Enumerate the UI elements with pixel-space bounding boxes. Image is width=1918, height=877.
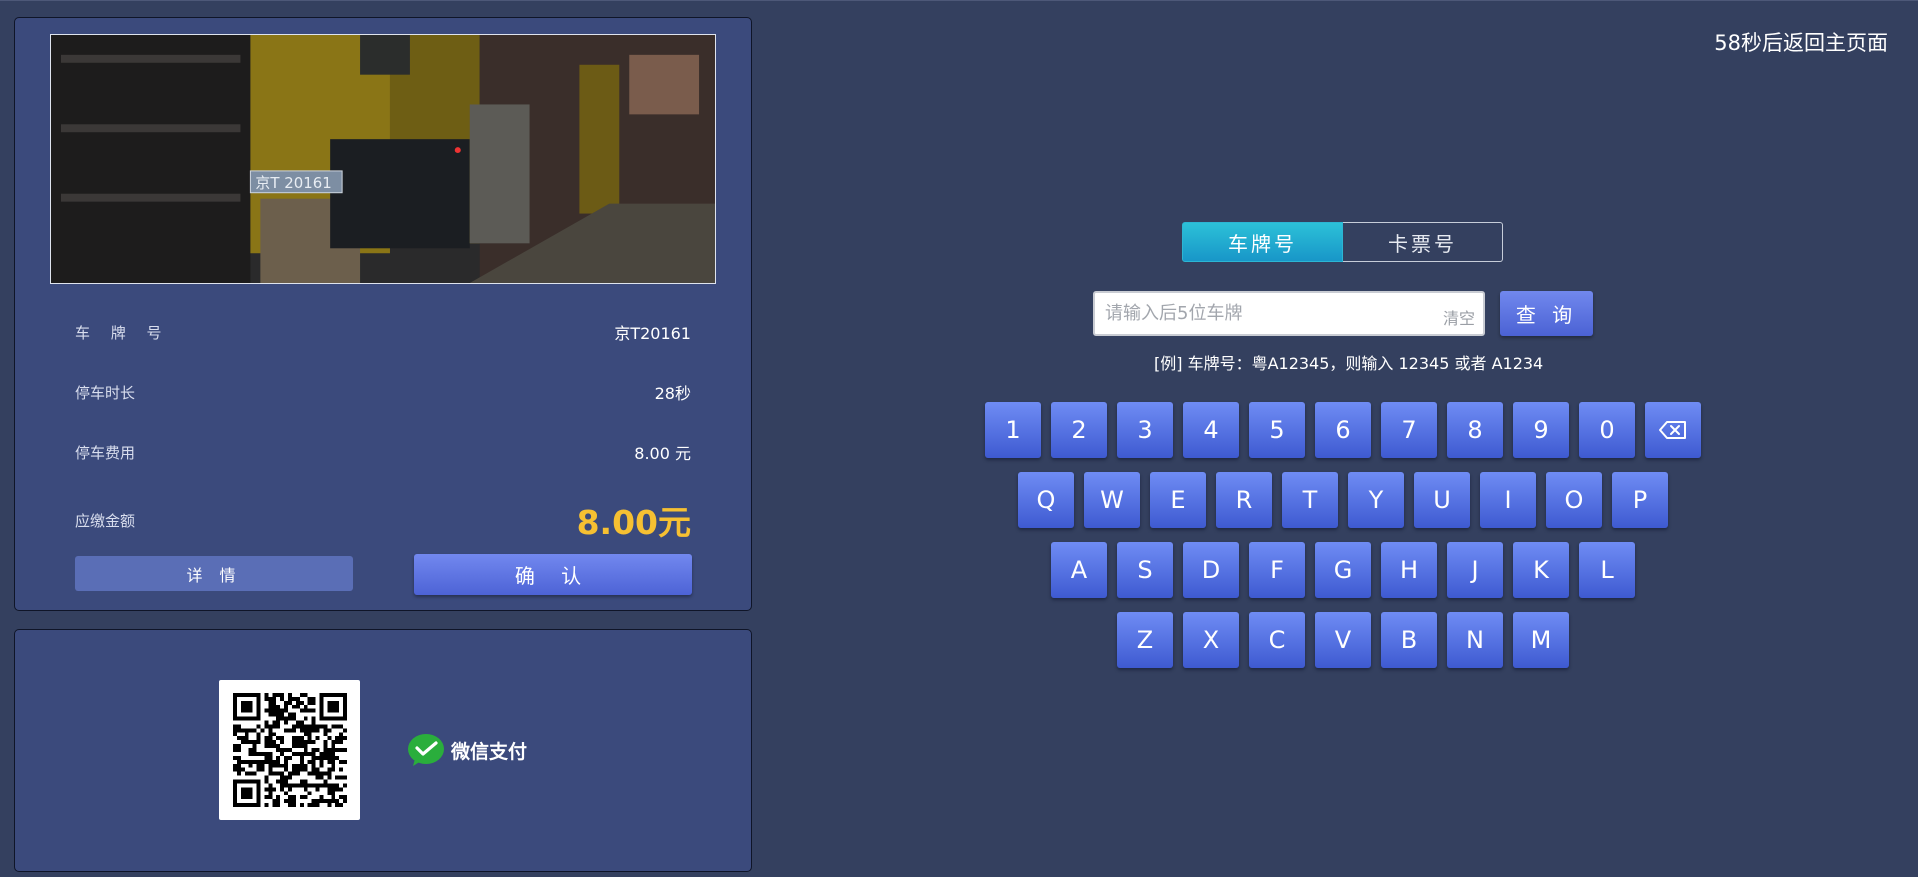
tab-plate-number[interactable]: 车牌号 bbox=[1182, 222, 1343, 262]
wechat-pay-label: 微信支付 bbox=[451, 740, 528, 763]
key-h[interactable]: H bbox=[1381, 542, 1437, 598]
tab-ticket-number[interactable]: 卡票号 bbox=[1343, 222, 1503, 262]
key-6[interactable]: 6 bbox=[1315, 402, 1371, 458]
duration-value: 28秒 bbox=[654, 384, 691, 403]
plate-search-input[interactable] bbox=[1105, 293, 1425, 334]
key-s[interactable]: S bbox=[1117, 542, 1173, 598]
keyboard-row-zxcv: Z X C V B N M bbox=[1117, 612, 1569, 668]
camera-snapshot: 京T 20161 bbox=[50, 34, 716, 284]
key-3[interactable]: 3 bbox=[1117, 402, 1173, 458]
key-d[interactable]: D bbox=[1183, 542, 1239, 598]
key-v[interactable]: V bbox=[1315, 612, 1371, 668]
keyboard-row-asdf: A S D F G H J K L bbox=[1051, 542, 1635, 598]
plate-value: 京T20161 bbox=[614, 324, 691, 343]
key-t[interactable]: T bbox=[1282, 472, 1338, 528]
key-x[interactable]: X bbox=[1183, 612, 1239, 668]
countdown-text: 58秒后返回主页面 bbox=[1714, 31, 1888, 55]
camera-plate-text: 京T 20161 bbox=[255, 174, 331, 192]
key-o[interactable]: O bbox=[1546, 472, 1602, 528]
amount-due-value: 8.00元 bbox=[576, 503, 691, 542]
payment-kiosk-page: 京T 20161 车 牌 号 京T20161 停车时长 28秒 停车费用 8.0… bbox=[0, 0, 1918, 877]
keyboard-row-qwerty: Q W E R T Y U I O P bbox=[1018, 472, 1668, 528]
input-hint: [例] 车牌号：粤A12345，则输入 12345 或者 A1234 bbox=[1154, 354, 1544, 373]
duration-row: 停车时长 28秒 bbox=[75, 380, 691, 404]
key-z[interactable]: Z bbox=[1117, 612, 1173, 668]
key-e[interactable]: E bbox=[1150, 472, 1206, 528]
payment-panel: 微信支付 bbox=[14, 629, 752, 872]
backspace-icon bbox=[1659, 421, 1686, 439]
key-a[interactable]: A bbox=[1051, 542, 1107, 598]
payment-qr-code bbox=[219, 680, 360, 820]
key-f[interactable]: F bbox=[1249, 542, 1305, 598]
key-k[interactable]: K bbox=[1513, 542, 1569, 598]
plate-search-box: 清空 bbox=[1093, 291, 1485, 336]
key-m[interactable]: M bbox=[1513, 612, 1569, 668]
search-type-tabs: 车牌号 卡票号 bbox=[1182, 222, 1503, 262]
fee-row: 停车费用 8.00 元 bbox=[75, 440, 691, 464]
key-g[interactable]: G bbox=[1315, 542, 1371, 598]
keyboard-row-digits: 1 2 3 4 5 6 7 8 9 0 bbox=[985, 402, 1701, 458]
key-l[interactable]: L bbox=[1579, 542, 1635, 598]
plate-row: 车 牌 号 京T20161 bbox=[75, 320, 691, 344]
key-i[interactable]: I bbox=[1480, 472, 1536, 528]
key-j[interactable]: J bbox=[1447, 542, 1503, 598]
key-1[interactable]: 1 bbox=[985, 402, 1041, 458]
plate-label: 车 牌 号 bbox=[75, 323, 170, 342]
key-q[interactable]: Q bbox=[1018, 472, 1074, 528]
clear-button[interactable]: 清空 bbox=[1443, 305, 1475, 329]
key-n[interactable]: N bbox=[1447, 612, 1503, 668]
key-p[interactable]: P bbox=[1612, 472, 1668, 528]
backspace-key[interactable] bbox=[1645, 402, 1701, 458]
fee-label: 停车费用 bbox=[75, 443, 136, 462]
key-u[interactable]: U bbox=[1414, 472, 1470, 528]
key-8[interactable]: 8 bbox=[1447, 402, 1503, 458]
detail-button[interactable]: 详 情 bbox=[75, 556, 353, 591]
duration-label: 停车时长 bbox=[75, 383, 136, 402]
wechat-pay-logo: 微信支付 bbox=[407, 733, 527, 767]
key-c[interactable]: C bbox=[1249, 612, 1305, 668]
key-y[interactable]: Y bbox=[1348, 472, 1404, 528]
key-7[interactable]: 7 bbox=[1381, 402, 1437, 458]
amount-due-row: 应缴金额 8.00元 bbox=[75, 496, 691, 544]
key-2[interactable]: 2 bbox=[1051, 402, 1107, 458]
key-5[interactable]: 5 bbox=[1249, 402, 1305, 458]
key-b[interactable]: B bbox=[1381, 612, 1437, 668]
amount-due-label: 应缴金额 bbox=[75, 511, 136, 530]
key-0[interactable]: 0 bbox=[1579, 402, 1635, 458]
key-4[interactable]: 4 bbox=[1183, 402, 1239, 458]
fee-value: 8.00 元 bbox=[634, 444, 691, 463]
key-r[interactable]: R bbox=[1216, 472, 1272, 528]
parking-info-panel: 京T 20161 车 牌 号 京T20161 停车时长 28秒 停车费用 8.0… bbox=[14, 17, 752, 611]
wechat-pay-icon bbox=[408, 734, 444, 766]
key-9[interactable]: 9 bbox=[1513, 402, 1569, 458]
query-button[interactable]: 查 询 bbox=[1500, 291, 1593, 336]
confirm-button[interactable]: 确 认 bbox=[414, 554, 692, 595]
key-w[interactable]: W bbox=[1084, 472, 1140, 528]
